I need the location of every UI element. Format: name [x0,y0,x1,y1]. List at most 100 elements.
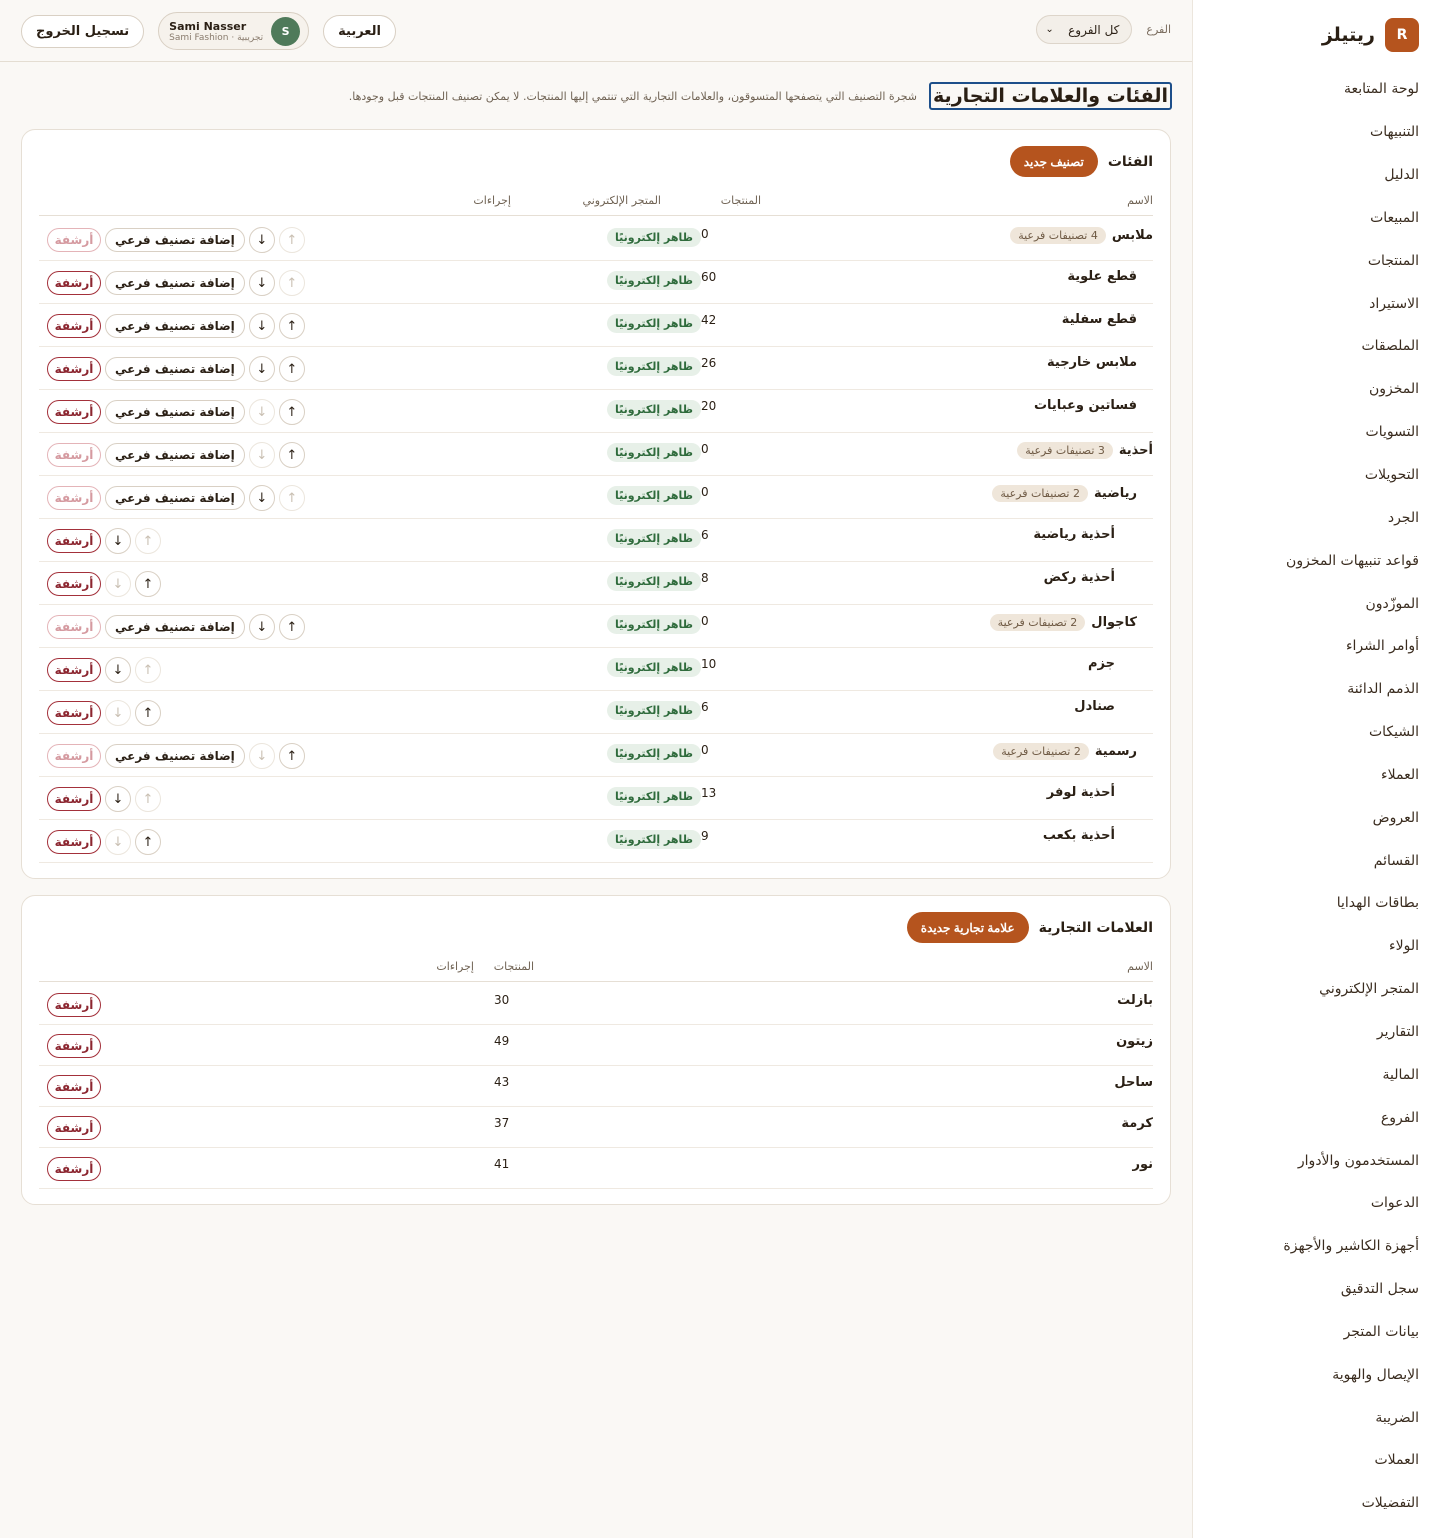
table-row: كاجوال 2 تصنيفات فرعية 0 ظاهر إلكترونيًا أرش… [39,605,1153,648]
sidebar-item[interactable]: الدليل [1205,154,1419,197]
move-up-button[interactable]: ↑ [135,829,161,855]
move-up-button[interactable]: ↑ [278,313,305,339]
sidebar-item[interactable]: القسائم [1205,839,1419,882]
sidebar-item[interactable]: الضريبة [1205,1396,1419,1439]
archive-button[interactable]: أرشفة [47,1157,101,1181]
archive-button[interactable]: أرشفة [47,271,101,295]
sidebar-item[interactable]: المتجر الإلكتروني [1205,968,1419,1011]
add-subcategory-button[interactable]: إضافة تصنيف فرعي [105,228,245,252]
sidebar-item[interactable]: الولاء [1205,925,1419,968]
archive-button[interactable]: أرشفة [47,830,101,854]
sidebar-item[interactable]: المبيعات [1205,197,1419,240]
archive-button[interactable]: أرشفة [47,993,101,1017]
move-up-button[interactable]: ↑ [278,356,305,382]
category-name: أحذية ركض [1043,570,1115,585]
sidebar-item[interactable]: المالية [1205,1053,1419,1096]
sidebar-item[interactable]: الفروع [1205,1096,1419,1139]
product-count: 9 [701,829,709,843]
product-count: 30 [494,993,510,1007]
add-subcategory-button[interactable]: إضافة تصنيف فرعي [105,271,245,295]
move-down-button[interactable]: ↓ [105,657,131,683]
sidebar-item[interactable]: العروض [1205,796,1419,839]
sidebar-item[interactable]: بيانات المتجر [1205,1310,1419,1353]
archive-button[interactable]: أرشفة [47,357,101,381]
product-count: 6 [701,528,709,542]
sidebar-item[interactable]: التسويات [1205,411,1419,454]
sidebar-item[interactable]: الذمم الدائنة [1205,668,1419,711]
product-count: 37 [494,1116,510,1130]
user-menu[interactable]: S Sami Nasser Sami Fashion · تجريبية [158,12,310,50]
move-down-button[interactable]: ↓ [248,313,275,339]
sidebar-item[interactable]: المخزون [1205,368,1419,411]
move-down-button[interactable]: ↓ [248,270,275,296]
move-up-button[interactable]: ↑ [135,571,161,597]
sidebar-item[interactable]: العملاء [1205,754,1419,797]
add-subcategory-button[interactable]: إضافة تصنيف فرعي [105,443,245,467]
sidebar-item[interactable]: الملصقات [1205,325,1419,368]
branch-select-value: كل الفروع [1068,22,1120,37]
table-row: قطع علوية 60 ظاهر إلكترونيًا أرشفة إضافة تصن… [39,261,1153,304]
archive-button[interactable]: أرشفة [47,787,101,811]
archive-button[interactable]: أرشفة [47,572,101,596]
logout-button[interactable]: تسجيل الخروج [21,14,145,48]
sidebar-item[interactable]: قواعد تنبيهات المخزون [1205,539,1419,582]
sidebar-item[interactable]: أوامر الشراء [1205,625,1419,668]
new-category-button[interactable]: تصنيف جديد [1009,146,1098,177]
archive-button[interactable]: أرشفة [47,701,101,725]
move-up-button[interactable]: ↑ [278,442,305,468]
archive-button[interactable]: أرشفة [47,1034,101,1058]
sidebar-item[interactable]: سجل التدقيق [1205,1268,1419,1311]
add-subcategory-button[interactable]: إضافة تصنيف فرعي [105,744,245,768]
sidebar-item[interactable]: التقارير [1205,1011,1419,1054]
branch-select[interactable]: كل الفروع ⌄ [1036,15,1133,44]
archive-button[interactable]: أرشفة [47,529,101,553]
sidebar-item[interactable]: التنبيهات [1205,111,1419,154]
archive-button: أرشفة [47,443,101,467]
move-down-button[interactable]: ↓ [105,786,131,812]
table-row: رياضية 2 تصنيفات فرعية 0 ظاهر إلكترونيًا أرش… [39,476,1153,519]
sidebar-item[interactable]: التفضيلات [1205,1482,1419,1525]
online-visible-badge: ظاهر إلكترونيًا [606,271,701,290]
new-brand-button[interactable]: علامة تجارية جديدة [906,912,1029,943]
add-subcategory-button[interactable]: إضافة تصنيف فرعي [105,486,245,510]
language-button[interactable]: العربية [323,14,396,48]
archive-button[interactable]: أرشفة [47,1075,101,1099]
move-down-button[interactable]: ↓ [248,356,275,382]
add-subcategory-button[interactable]: إضافة تصنيف فرعي [105,615,245,639]
sidebar-item[interactable]: المستخدمون والأدوار [1205,1139,1419,1182]
add-subcategory-button[interactable]: إضافة تصنيف فرعي [105,400,245,424]
brand-name: نور [1132,1157,1153,1172]
sidebar-item[interactable]: التحويلات [1205,454,1419,497]
move-down-button[interactable]: ↓ [248,227,275,253]
sidebar-item[interactable]: الشيكات [1205,711,1419,754]
move-up-button: ↑ [135,528,161,554]
sidebar-item[interactable]: الموزّدون [1205,582,1419,625]
move-down-button[interactable]: ↓ [248,485,275,511]
product-count: 20 [701,399,717,413]
sidebar-item[interactable]: بطاقات الهدايا [1205,882,1419,925]
archive-button[interactable]: أرشفة [47,400,101,424]
brand[interactable]: R ريتيلز [1322,18,1419,52]
move-up-button[interactable]: ↑ [278,614,305,640]
sidebar-item[interactable]: الاستيراد [1205,282,1419,325]
archive-button[interactable]: أرشفة [47,314,101,338]
row-actions: أرشفة [47,1116,101,1140]
sidebar-item[interactable]: العملات [1205,1439,1419,1482]
row-actions: أرشفة [47,1034,101,1058]
sidebar-item[interactable]: الإيصال والهوية [1205,1353,1419,1396]
archive-button[interactable]: أرشفة [47,658,101,682]
add-subcategory-button[interactable]: إضافة تصنيف فرعي [105,357,245,381]
add-subcategory-button[interactable]: إضافة تصنيف فرعي [105,314,245,338]
sidebar-item[interactable]: الدعوات [1205,1182,1419,1225]
move-up-button[interactable]: ↑ [135,700,161,726]
move-down-button[interactable]: ↓ [105,528,131,554]
archive-button[interactable]: أرشفة [47,1116,101,1140]
sidebar-item[interactable]: الجرد [1205,496,1419,539]
sidebar-item[interactable]: المنتجات [1205,239,1419,282]
online-visible-badge: ظاهر إلكترونيًا [606,314,701,333]
sidebar-item[interactable]: لوحة المتابعة [1205,68,1419,111]
sidebar-item[interactable]: أجهزة الكاشير والأجهزة [1205,1225,1419,1268]
move-down-button[interactable]: ↓ [248,614,275,640]
move-up-button[interactable]: ↑ [278,743,305,769]
move-up-button[interactable]: ↑ [278,399,305,425]
